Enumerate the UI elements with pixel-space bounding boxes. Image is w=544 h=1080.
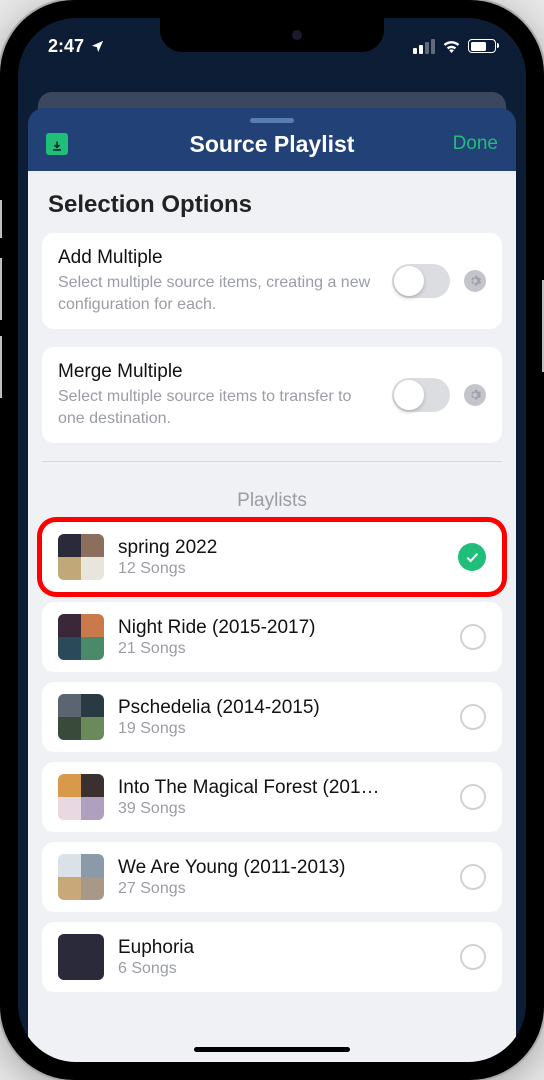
sheet-title: Source Playlist (28, 131, 516, 158)
playlist-artwork (58, 694, 104, 740)
phone-frame: 2:47 Source Playlist Done Selection Opti… (0, 0, 544, 1080)
checkmark-empty-icon (460, 624, 486, 650)
playlist-item-pschedelia[interactable]: Pschedelia (2014-2015) 19 Songs (42, 682, 502, 752)
status-time-group: 2:47 (48, 36, 105, 57)
playlist-artwork (58, 774, 104, 820)
merge-multiple-option: Merge Multiple Select multiple source it… (42, 347, 502, 443)
checkmark-empty-icon (460, 704, 486, 730)
playlist-text: spring 2022 12 Songs (118, 537, 444, 578)
volume-up-button (0, 258, 2, 320)
status-time: 2:47 (48, 36, 84, 57)
merge-multiple-desc: Select multiple source items to transfer… (58, 386, 378, 429)
playlist-count: 39 Songs (118, 800, 446, 818)
sheet-header: Source Playlist Done (28, 123, 516, 171)
playlist-text: Euphoria 6 Songs (118, 937, 446, 978)
playlist-item-night-ride[interactable]: Night Ride (2015-2017) 21 Songs (42, 602, 502, 672)
playlist-item-we-are-young[interactable]: We Are Young (2011-2013) 27 Songs (42, 842, 502, 912)
battery-icon (468, 39, 496, 53)
playlist-item-spring-2022[interactable]: spring 2022 12 Songs (42, 522, 502, 592)
playlist-name: We Are Young (2011-2013) (118, 857, 446, 879)
playlist-name: Euphoria (118, 937, 446, 959)
merge-multiple-settings-icon[interactable] (464, 384, 486, 406)
playlist-item-magical-forest[interactable]: Into The Magical Forest (201… 39 Songs (42, 762, 502, 832)
playlist-text: Pschedelia (2014-2015) 19 Songs (118, 697, 446, 738)
playlist-artwork (58, 934, 104, 980)
merge-multiple-title: Merge Multiple (58, 361, 378, 383)
home-indicator[interactable] (194, 1047, 350, 1052)
playlist-text: Night Ride (2015-2017) 21 Songs (118, 617, 446, 658)
done-button[interactable]: Done (453, 133, 498, 155)
status-icons (413, 39, 496, 54)
playlist-count: 19 Songs (118, 720, 446, 738)
cellular-icon (413, 39, 435, 54)
merge-multiple-text: Merge Multiple Select multiple source it… (58, 361, 378, 429)
playlist-count: 27 Songs (118, 880, 446, 898)
playlist-name: Pschedelia (2014-2015) (118, 697, 446, 719)
merge-multiple-toggle[interactable] (392, 378, 450, 412)
checkmark-empty-icon (460, 784, 486, 810)
checkmark-selected-icon (458, 543, 486, 571)
location-icon (90, 39, 105, 54)
playlists-section-heading: Playlists (42, 461, 502, 522)
wifi-icon (442, 39, 461, 53)
playlist-name: Night Ride (2015-2017) (118, 617, 446, 639)
modal-sheet: Source Playlist Done Selection Options A… (28, 108, 516, 1062)
screen: 2:47 Source Playlist Done Selection Opti… (18, 18, 526, 1062)
add-multiple-toggle[interactable] (392, 264, 450, 298)
playlist-count: 12 Songs (118, 560, 444, 578)
add-multiple-desc: Select multiple source items, creating a… (58, 272, 378, 315)
playlist-text: We Are Young (2011-2013) 27 Songs (118, 857, 446, 898)
content-area: Selection Options Add Multiple Select mu… (28, 171, 516, 1062)
selection-options-heading: Selection Options (42, 171, 502, 233)
playlist-artwork (58, 534, 104, 580)
mute-switch (0, 200, 2, 238)
volume-down-button (0, 336, 2, 398)
playlist-artwork (58, 614, 104, 660)
playlist-count: 21 Songs (118, 640, 446, 658)
checkmark-empty-icon (460, 944, 486, 970)
playlist-name: Into The Magical Forest (201… (118, 777, 446, 799)
notch (160, 18, 384, 52)
import-icon[interactable] (46, 133, 68, 155)
playlist-artwork (58, 854, 104, 900)
checkmark-empty-icon (460, 864, 486, 890)
playlist-item-euphoria[interactable]: Euphoria 6 Songs (42, 922, 502, 992)
add-multiple-settings-icon[interactable] (464, 270, 486, 292)
add-multiple-text: Add Multiple Select multiple source item… (58, 247, 378, 315)
playlist-name: spring 2022 (118, 537, 444, 559)
playlist-text: Into The Magical Forest (201… 39 Songs (118, 777, 446, 818)
add-multiple-title: Add Multiple (58, 247, 378, 269)
add-multiple-option: Add Multiple Select multiple source item… (42, 233, 502, 329)
playlist-count: 6 Songs (118, 960, 446, 978)
